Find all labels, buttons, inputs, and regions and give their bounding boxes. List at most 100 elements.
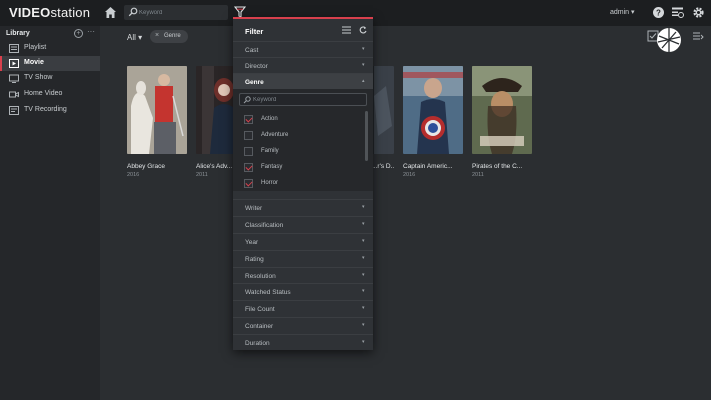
- filter-row-label: Cast: [245, 47, 259, 54]
- genre-scrollbar[interactable]: [365, 111, 368, 161]
- filter-row-cast[interactable]: Cast ▾: [233, 41, 373, 57]
- genre-keyword-box[interactable]: [239, 93, 367, 106]
- movie-poster: [127, 66, 187, 154]
- filter-row-label: Duration: [245, 340, 270, 347]
- filter-row-label: Writer: [245, 205, 263, 212]
- genre-label: Fantasy: [261, 164, 283, 170]
- checkbox[interactable]: [244, 163, 253, 172]
- filter-row-label: Year: [245, 239, 259, 246]
- checkbox[interactable]: [244, 115, 253, 124]
- filter-row-label: File Count: [245, 306, 275, 313]
- filter-row-watched-status[interactable]: Watched Status ▾: [233, 283, 373, 299]
- filter-row-year[interactable]: Year ▾: [233, 233, 373, 249]
- chevron-down-icon: ▾: [362, 322, 365, 328]
- sidebar-item-label: Playlist: [24, 44, 47, 51]
- genre-option-adventure[interactable]: Adventure: [244, 130, 359, 142]
- genre-filter-chip[interactable]: × Genre: [150, 30, 188, 43]
- sidebar-item-tv-show[interactable]: TV Show: [0, 71, 100, 86]
- add-library-button[interactable]: +: [74, 29, 83, 38]
- filter-title: Filter: [245, 27, 264, 36]
- tv-icon: [9, 74, 19, 83]
- movie-title: Abbey Grace: [127, 163, 165, 170]
- filter-row-classification[interactable]: Classification ▾: [233, 216, 373, 232]
- search-input[interactable]: [139, 5, 225, 20]
- filter-row-label: Genre: [245, 79, 264, 86]
- chevron-up-icon: ▴: [362, 78, 365, 84]
- movie-icon: [9, 59, 19, 68]
- movie-title: Captain Americ...: [403, 163, 453, 170]
- filter-row-genre[interactable]: Genre ▴: [233, 73, 373, 89]
- library-header: Library: [6, 30, 30, 37]
- filter-row-duration[interactable]: Duration ▾: [233, 334, 373, 350]
- sidebar-item-label: Home Video: [24, 90, 63, 97]
- filter-row-label: Rating: [245, 256, 264, 263]
- chevron-down-icon: ▾: [362, 288, 365, 294]
- filter-row-label: Resolution: [245, 273, 276, 280]
- home-icon[interactable]: [104, 6, 117, 19]
- genre-option-horror[interactable]: Horror: [244, 178, 359, 190]
- movie-year: 2016: [403, 172, 416, 178]
- genre-option-family[interactable]: Family: [244, 146, 359, 158]
- search-box[interactable]: [124, 5, 228, 20]
- recording-icon: [9, 106, 19, 115]
- genre-label: Action: [261, 116, 278, 122]
- filter-row-director[interactable]: Director ▾: [233, 57, 373, 73]
- chevron-down-icon: ▾: [362, 339, 365, 345]
- genre-option-fantasy[interactable]: Fantasy: [244, 162, 359, 174]
- genre-option-action[interactable]: Action: [244, 114, 359, 126]
- movie-poster: [472, 66, 532, 154]
- app-logo: VIDEOstation: [9, 5, 91, 20]
- settings-gear-icon[interactable]: [692, 6, 705, 19]
- genre-label: Horror: [261, 180, 279, 186]
- checkbox[interactable]: [244, 147, 253, 156]
- sidebar-item-home-video[interactable]: Home Video: [0, 87, 100, 102]
- movie-card-pirates[interactable]: Pirates of the C... 2011: [472, 66, 532, 178]
- sidebar-item-label: Movie: [24, 59, 44, 66]
- sidebar: Library + ··· Playlist Movie TV Show Hom…: [0, 26, 100, 400]
- chevron-down-icon: ▾: [362, 255, 365, 261]
- search-icon: [243, 96, 251, 104]
- filter-panel-header: Filter: [233, 19, 373, 41]
- checkbox[interactable]: [244, 131, 253, 140]
- chevron-down-icon: ▾: [362, 238, 365, 244]
- filter-row-label: Container: [245, 323, 274, 330]
- reset-icon[interactable]: [359, 26, 367, 34]
- camera-icon: [9, 91, 19, 98]
- filter-row-label: Director: [245, 63, 268, 70]
- videostation-app: VIDEOstation admin ▾ ? Library + ··· Pla…: [0, 0, 711, 400]
- chevron-down-icon: ▾: [362, 46, 365, 52]
- task-icon[interactable]: [671, 6, 684, 19]
- sidebar-item-label: TV Show: [24, 74, 53, 81]
- filter-row-writer[interactable]: Writer ▾: [233, 199, 373, 215]
- filter-row-rating[interactable]: Rating ▾: [233, 250, 373, 266]
- filter-list-icon[interactable]: [342, 26, 351, 34]
- sidebar-item-label: TV Recording: [24, 106, 67, 113]
- chevron-down-icon: ▾: [362, 305, 365, 311]
- filter-row-container[interactable]: Container ▾: [233, 317, 373, 333]
- filter-row-label: Classification: [245, 222, 284, 229]
- help-icon[interactable]: ?: [652, 6, 665, 19]
- checkbox[interactable]: [244, 179, 253, 188]
- chevron-down-icon: ▾: [362, 272, 365, 278]
- genre-keyword-input[interactable]: [253, 94, 363, 105]
- search-icon: [128, 7, 138, 17]
- sidebar-item-tv-recording[interactable]: TV Recording: [0, 103, 100, 118]
- movie-year: 2011: [472, 172, 484, 178]
- view-options-icon[interactable]: [692, 30, 704, 42]
- filter-row-resolution[interactable]: Resolution ▾: [233, 267, 373, 283]
- library-more-icon[interactable]: ···: [87, 27, 95, 36]
- chevron-down-icon: ▾: [362, 62, 365, 68]
- all-filter-dropdown[interactable]: All ▾: [127, 33, 142, 42]
- filter-panel: Filter Cast ▾ Director ▾ Genre ▴ Action: [233, 17, 373, 350]
- sidebar-item-movie[interactable]: Movie: [0, 56, 100, 71]
- movie-card-captain-america[interactable]: Captain Americ... 2016: [403, 66, 463, 178]
- sidebar-item-playlist[interactable]: Playlist: [0, 41, 100, 56]
- chip-remove-icon[interactable]: ×: [155, 32, 159, 39]
- movie-card-abbey-grace[interactable]: Abbey Grace 2016: [127, 66, 187, 178]
- user-menu[interactable]: admin ▾: [610, 8, 635, 16]
- filter-row-file-count[interactable]: File Count ▾: [233, 300, 373, 316]
- movie-poster: [403, 66, 463, 154]
- playlist-icon: [9, 44, 19, 53]
- watermark-logo-icon: [657, 28, 681, 52]
- filter-row-label: Watched Status: [245, 289, 291, 296]
